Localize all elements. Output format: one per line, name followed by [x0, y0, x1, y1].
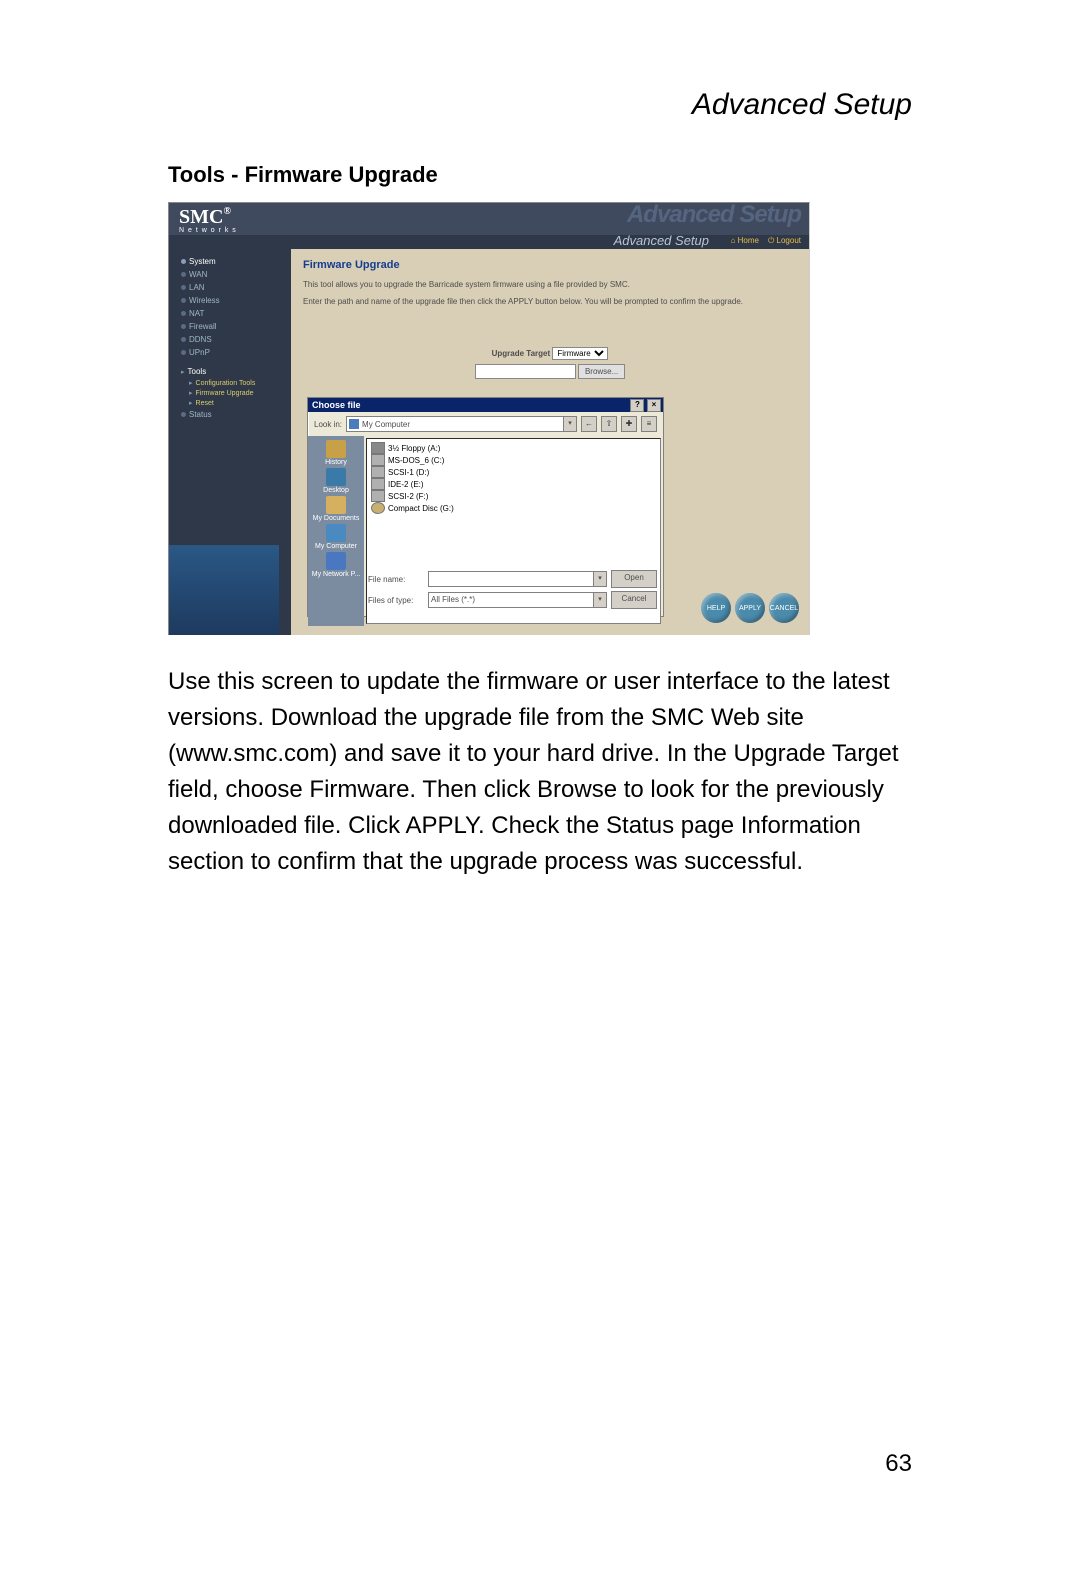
chevron-down-icon[interactable]: ▾ [593, 572, 606, 586]
main-p1: This tool allows you to upgrade the Barr… [303, 279, 797, 290]
sidebar: System WAN LAN Wireless NAT Firewall DDN… [169, 249, 291, 635]
dialog-lookin-row: Look in: My Computer ▾ ← ⇧ ✚ ≡ [308, 412, 663, 436]
file-dialog: Choose file ? × Look in: My Computer ▾ [307, 397, 664, 617]
action-buttons: HELP APPLY CANCEL [701, 593, 799, 623]
logout-link[interactable]: ⏻ Logout [768, 236, 801, 246]
newfolder-icon[interactable]: ✚ [621, 416, 637, 432]
sidebar-item-firewall[interactable]: Firewall [175, 320, 285, 333]
sidebar-sub-firmware[interactable]: ▸Firmware Upgrade [175, 388, 285, 398]
ghost-title: Advanced Setup [627, 201, 801, 229]
router-topbar: SMC® N e t w o r k s Advanced Setup [169, 203, 809, 235]
sidebar-item-wan[interactable]: WAN [175, 268, 285, 281]
router-screenshot: SMC® N e t w o r k s Advanced Setup Adva… [168, 202, 810, 635]
view-icon[interactable]: ≡ [641, 416, 657, 432]
lookin-label: Look in: [314, 420, 342, 429]
drive-item[interactable]: MS-DOS_6 (C:) [371, 454, 656, 466]
sidebar-item-nat[interactable]: NAT [175, 307, 285, 320]
router-main: Firmware Upgrade This tool allows you to… [291, 249, 809, 635]
place-network[interactable]: My Network P... [308, 552, 364, 578]
hdd-icon [371, 454, 385, 466]
filetype-label: Files of type: [368, 596, 424, 605]
dialog-title: Choose file [312, 400, 361, 410]
drive-item[interactable]: SCSI-1 (D:) [371, 466, 656, 478]
apply-button[interactable]: APPLY [735, 593, 765, 623]
drive-item[interactable]: 3½ Floppy (A:) [371, 442, 656, 454]
filename-input[interactable]: ▾ [428, 571, 607, 587]
lookin-combo[interactable]: My Computer ▾ [346, 416, 577, 432]
filename-label: File name: [368, 575, 424, 584]
home-link[interactable]: ⌂ Home [731, 236, 759, 245]
sidebar-item-upnp[interactable]: UPnP [175, 346, 285, 359]
page-header: Advanced Setup [692, 88, 912, 122]
lookin-value: My Computer [362, 420, 410, 429]
main-title: Firmware Upgrade [303, 259, 797, 271]
hdd-icon [371, 490, 385, 502]
subbar-title: Advanced Setup [614, 233, 709, 248]
brand-mark: ® [223, 206, 230, 217]
hdd-icon [371, 478, 385, 490]
dialog-bottom: File name: ▾ Open Files of type: All Fil… [368, 570, 657, 612]
dialog-close-button[interactable]: × [647, 399, 661, 412]
sidebar-item-ddns[interactable]: DDNS [175, 333, 285, 346]
sidebar-item-tools[interactable]: ▸Tools [175, 365, 285, 378]
brand-subtext: N e t w o r k s [179, 227, 237, 234]
place-history[interactable]: History [308, 440, 364, 466]
up-icon[interactable]: ⇧ [601, 416, 617, 432]
sidebar-item-status[interactable]: Status [175, 408, 285, 421]
drive-item[interactable]: IDE-2 (E:) [371, 478, 656, 490]
cd-icon [371, 502, 385, 514]
place-mycomputer[interactable]: My Computer [308, 524, 364, 550]
router-subbar: Advanced Setup ⌂ Home ⏻ Logout [169, 235, 809, 249]
help-button[interactable]: HELP [701, 593, 731, 623]
drive-item[interactable]: SCSI-2 (F:) [371, 490, 656, 502]
sidebar-sub-config[interactable]: ▸Configuration Tools [175, 378, 285, 388]
drive-item[interactable]: Compact Disc (G:) [371, 502, 656, 514]
page-number: 63 [885, 1450, 912, 1478]
places-bar: History Desktop My Documents My Computer… [308, 436, 364, 626]
sidebar-item-lan[interactable]: LAN [175, 281, 285, 294]
sidebar-decoration [169, 545, 279, 635]
open-button[interactable]: Open [611, 570, 657, 588]
manual-page: Advanced Setup Tools - Firmware Upgrade … [0, 0, 1080, 1570]
back-icon[interactable]: ← [581, 416, 597, 432]
place-desktop[interactable]: Desktop [308, 468, 364, 494]
cancel-button[interactable]: CANCEL [769, 593, 799, 623]
body-paragraph: Use this screen to update the firmware o… [168, 664, 908, 880]
target-label: Upgrade Target [492, 349, 551, 358]
computer-icon [349, 419, 359, 429]
main-p2: Enter the path and name of the upgrade f… [303, 296, 797, 307]
place-mydocs[interactable]: My Documents [308, 496, 364, 522]
path-input[interactable] [475, 364, 576, 379]
browse-button[interactable]: Browse... [578, 364, 625, 379]
sidebar-sub-reset[interactable]: ▸Reset [175, 398, 285, 408]
target-row: Upgrade Target Firmware [303, 347, 797, 360]
dialog-help-button[interactable]: ? [630, 399, 644, 412]
sidebar-item-system[interactable]: System [175, 255, 285, 268]
hdd-icon [371, 466, 385, 478]
section-title: Tools - Firmware Upgrade [168, 162, 438, 188]
filetype-select[interactable]: All Files (*.*)▾ [428, 592, 607, 608]
chevron-down-icon[interactable]: ▾ [593, 593, 606, 607]
cancel-button[interactable]: Cancel [611, 591, 657, 609]
dialog-titlebar: Choose file ? × [308, 398, 663, 412]
chevron-down-icon[interactable]: ▾ [563, 417, 576, 431]
floppy-icon [371, 442, 385, 454]
brand-logo: SMC® [179, 206, 231, 229]
brand-text: SMC [179, 206, 223, 228]
path-row: Browse... [303, 364, 797, 379]
target-select[interactable]: Firmware [552, 347, 608, 360]
sidebar-item-wireless[interactable]: Wireless [175, 294, 285, 307]
